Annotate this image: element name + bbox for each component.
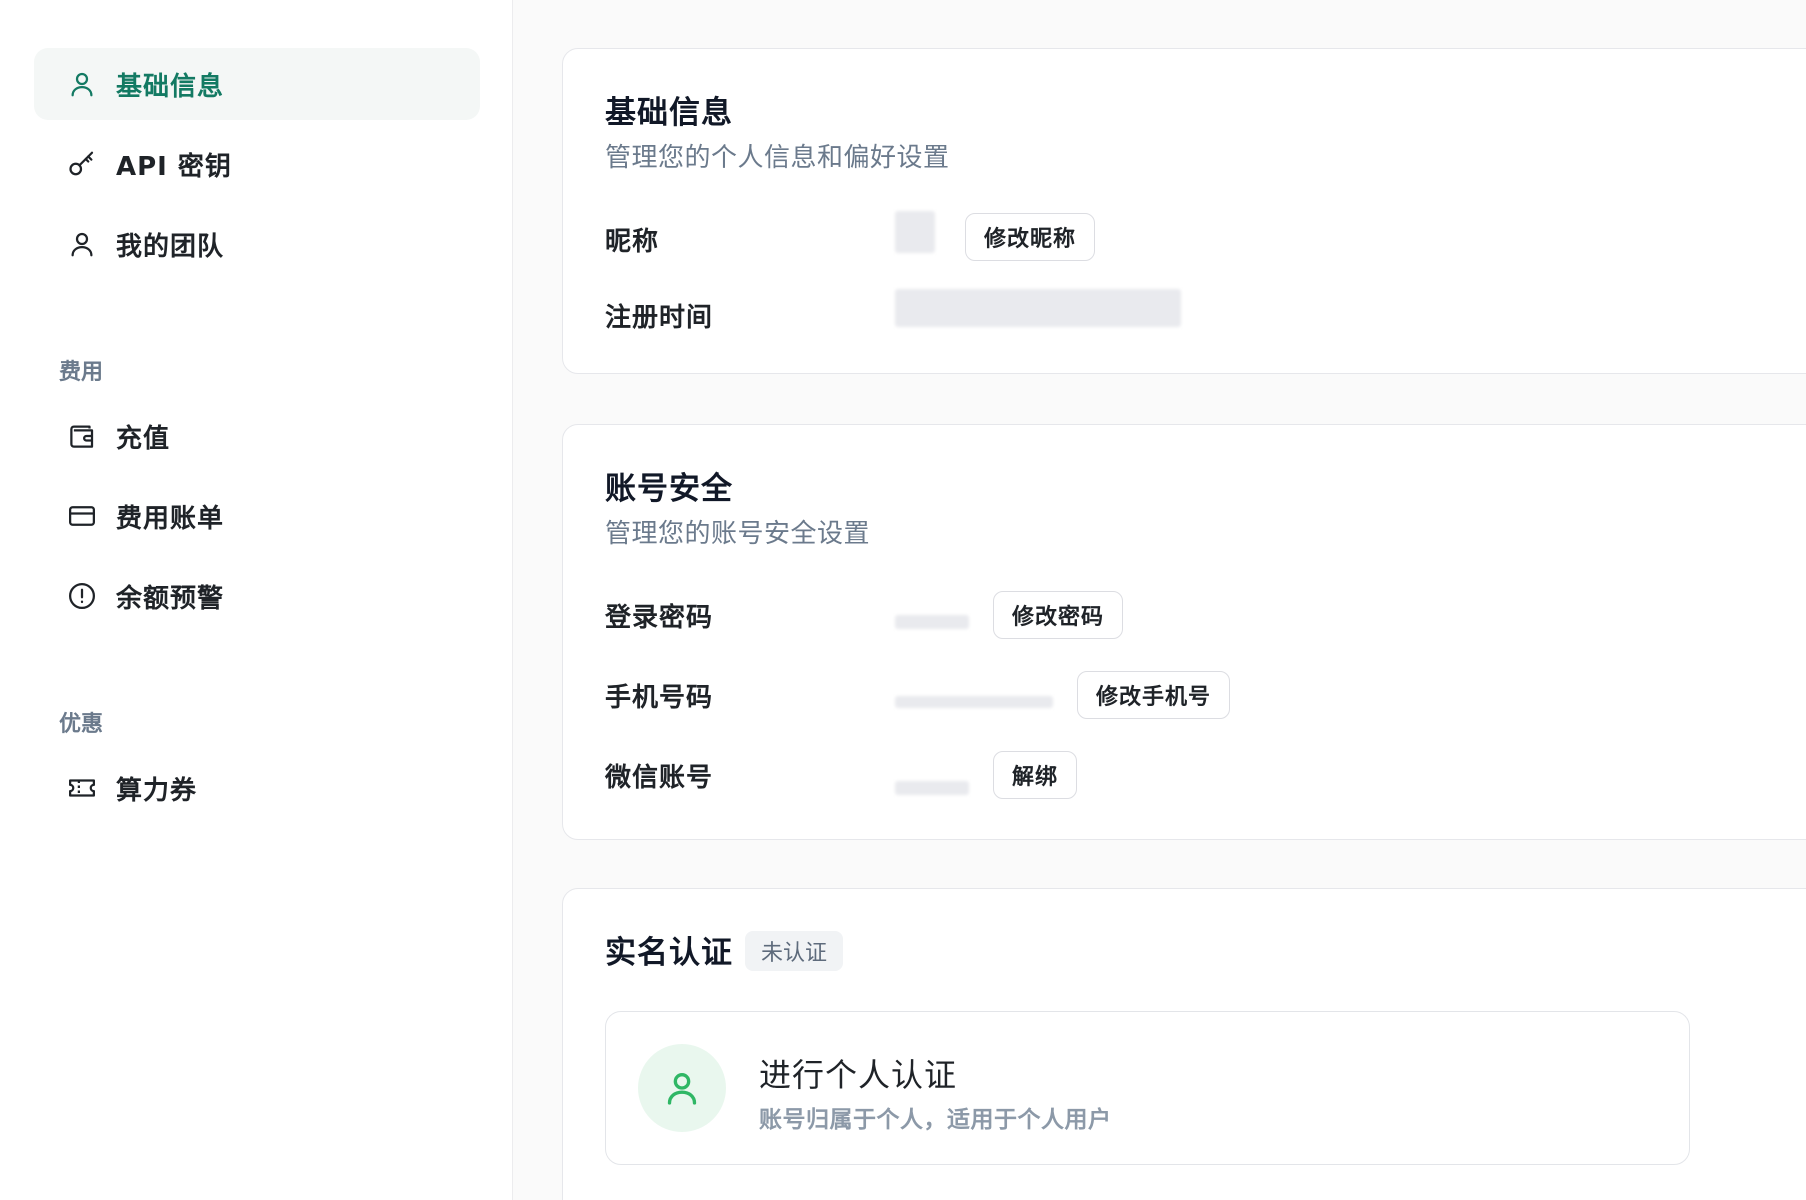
password-value [895, 615, 969, 629]
card-subtitle: 管理您的账号安全设置 [605, 519, 871, 549]
sidebar-item-compute-voucher[interactable]: 算力券 [34, 752, 480, 824]
sidebar-item-my-team[interactable]: 我的团队 [34, 208, 480, 280]
real-name-card: 实名认证 未认证 进行个人认证 账号归属于个人，适用于个人用户 [562, 888, 1806, 1200]
sidebar-item-label: 充值 [116, 423, 171, 454]
account-security-card: 账号安全 管理您的账号安全设置 登录密码 修改密码 手机号码 修改手机号 微信账… [562, 424, 1806, 840]
sidebar-item-billing[interactable]: 费用账单 [34, 480, 480, 552]
phone-value [895, 696, 1053, 708]
password-label: 登录密码 [605, 603, 714, 633]
sidebar: 基础信息 API 密钥 我的团队 费用 充值 费用账单 余额预警 优惠 算力券 [0, 0, 513, 1200]
sidebar-item-label: 基础信息 [116, 71, 225, 102]
sidebar-item-balance-alert[interactable]: 余额预警 [34, 560, 480, 632]
phone-label: 手机号码 [605, 683, 714, 713]
sidebar-item-label: 算力券 [116, 775, 198, 806]
card-title: 基础信息 [605, 95, 733, 131]
sidebar-item-label: 费用账单 [116, 503, 225, 534]
section-label-promo: 优惠 [59, 712, 104, 737]
edit-nickname-button[interactable]: 修改昵称 [965, 213, 1096, 261]
card-subtitle: 管理您的个人信息和偏好设置 [605, 143, 950, 173]
card-title: 账号安全 [605, 471, 733, 507]
verify-subtitle: 账号归属于个人，适用于个人用户 [759, 1107, 1112, 1133]
wechat-label: 微信账号 [605, 763, 714, 793]
section-label-fees: 费用 [59, 360, 104, 385]
register-time-label: 注册时间 [605, 303, 714, 333]
wechat-value [895, 781, 969, 795]
change-phone-button[interactable]: 修改手机号 [1077, 671, 1231, 719]
sidebar-item-basic-info[interactable]: 基础信息 [34, 48, 480, 120]
sidebar-item-label: 我的团队 [116, 231, 225, 262]
sidebar-item-recharge[interactable]: 充值 [34, 400, 480, 472]
user-icon [66, 68, 98, 100]
settings-page: 基础信息 API 密钥 我的团队 费用 充值 费用账单 余额预警 优惠 算力券 … [0, 0, 1806, 1200]
status-badge: 未认证 [745, 931, 844, 971]
personal-verification-option[interactable]: 进行个人认证 账号归属于个人，适用于个人用户 [605, 1011, 1690, 1165]
ticket-icon [66, 772, 98, 804]
alert-circle-icon [66, 580, 98, 612]
basic-info-card: 基础信息 管理您的个人信息和偏好设置 昵称 修改昵称 注册时间 [562, 48, 1806, 374]
wallet-icon [66, 420, 98, 452]
sidebar-item-api-keys[interactable]: API 密钥 [34, 128, 480, 200]
change-password-button[interactable]: 修改密码 [993, 591, 1124, 639]
sidebar-item-label: API 密钥 [116, 151, 232, 182]
user-icon [66, 228, 98, 260]
key-icon [66, 148, 98, 180]
card-title: 实名认证 [605, 935, 733, 971]
nickname-value [895, 211, 935, 253]
register-time-value [895, 289, 1181, 327]
unbind-wechat-button[interactable]: 解绑 [993, 751, 1078, 799]
sidebar-item-label: 余额预警 [116, 583, 225, 614]
nickname-label: 昵称 [605, 227, 660, 257]
credit-card-icon [66, 500, 98, 532]
verify-title: 进行个人认证 [759, 1056, 958, 1094]
user-icon [638, 1044, 726, 1132]
